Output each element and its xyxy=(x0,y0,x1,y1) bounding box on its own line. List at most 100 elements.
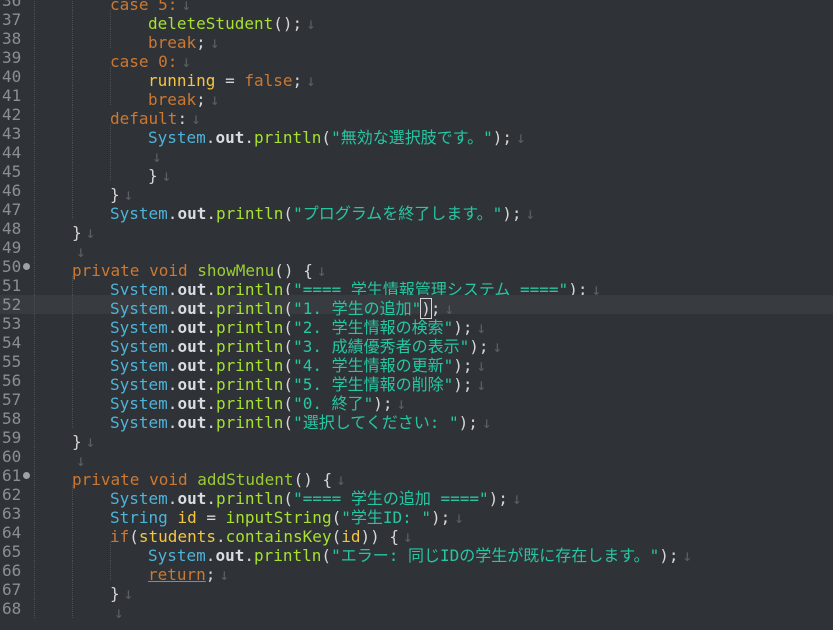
indent-guide xyxy=(72,542,110,561)
indent-guide xyxy=(72,504,110,523)
indent-guide xyxy=(72,181,110,200)
code-line[interactable]: 48} ↓ xyxy=(0,219,833,242)
code-line[interactable]: 59} ↓ xyxy=(0,428,833,451)
code-text: System.out.println("4. 学生情報の更新"); ↓ xyxy=(34,352,486,375)
indent-guide xyxy=(34,352,72,371)
indent-guide xyxy=(72,29,110,48)
indent-guide xyxy=(72,580,110,599)
line-number: 50 xyxy=(2,257,22,276)
indent-guide xyxy=(110,86,148,105)
code-line[interactable]: 41 break; ↓ xyxy=(0,86,833,109)
indent-guide xyxy=(72,86,110,105)
code-line[interactable]: 63 String id = inputString("学生ID: "); ↓ xyxy=(0,504,833,527)
line-number: 43 xyxy=(2,124,22,143)
code-line[interactable]: 66 return; ↓ xyxy=(0,561,833,584)
code-line[interactable]: 42 default: ↓ xyxy=(0,105,833,128)
code-text: System.out.println("0. 終了"); ↓ xyxy=(34,390,406,413)
code-line[interactable]: 68 ↓ xyxy=(0,599,833,622)
code-text: ↓ xyxy=(34,447,86,470)
fold-marker-icon[interactable] xyxy=(23,472,30,479)
code-line[interactable]: 36 case 5: ↓ xyxy=(0,0,833,14)
line-number: 60 xyxy=(2,447,22,466)
line-number: 56 xyxy=(2,371,22,390)
indent-guide xyxy=(72,352,110,371)
code-line[interactable]: 67} ↓ xyxy=(0,580,833,603)
code-line[interactable]: 56 System.out.println("5. 学生情報の削除"); ↓ xyxy=(0,371,833,394)
indent-guide xyxy=(34,0,72,10)
code-text: if(students.containsKey(id)) {↓ xyxy=(34,523,413,546)
indent-guide xyxy=(34,276,72,295)
code-line[interactable]: 53 System.out.println("2. 学生情報の検索"); ↓ xyxy=(0,314,833,337)
code-line[interactable]: 39 case 0: ↓ xyxy=(0,48,833,71)
line-number: 67 xyxy=(2,580,22,599)
indent-guide xyxy=(110,162,148,181)
indent-guide xyxy=(34,162,72,181)
indent-guide xyxy=(72,599,110,618)
code-line[interactable]: 43 System.out.println("無効な選択肢です。"); ↓ xyxy=(0,124,833,147)
line-number: 45 xyxy=(2,162,22,181)
code-text: default: ↓ xyxy=(34,105,201,128)
indent-guide xyxy=(34,428,72,447)
line-number: 66 xyxy=(2,561,22,580)
indent-guide xyxy=(72,390,110,409)
line-number: 38 xyxy=(2,29,22,48)
line-number: 58 xyxy=(2,409,22,428)
code-text: String id = inputString("学生ID: "); ↓ xyxy=(34,504,464,527)
indent-guide xyxy=(34,67,72,86)
code-line[interactable]: 52 System.out.println("1. 学生の追加"); ↓ xyxy=(0,295,833,319)
line-number: 63 xyxy=(2,504,22,523)
line-number: 52 xyxy=(2,295,22,314)
indent-guide xyxy=(72,0,110,10)
code-line[interactable]: 64 if(students.containsKey(id)) {↓ xyxy=(0,523,833,546)
code-line[interactable]: 54 System.out.println("3. 成績優秀者の表示"); ↓ xyxy=(0,333,833,356)
indent-guide xyxy=(34,371,72,390)
code-text: ↓ xyxy=(34,599,124,622)
code-text: System.out.println("==== 学生情報管理システム ====… xyxy=(34,276,601,299)
indent-guide xyxy=(72,67,110,86)
indent-guide xyxy=(72,561,110,580)
code-line[interactable]: 60 ↓ xyxy=(0,447,833,470)
code-line[interactable]: 46} ↓ xyxy=(0,181,833,204)
code-text: System.out.println("5. 学生情報の削除"); ↓ xyxy=(34,371,486,394)
code-editor[interactable]: 36 case 5: ↓ 37 deleteStudent(); ↓ 38 break; ↓ 39… xyxy=(0,0,833,622)
code-line[interactable]: 62 System.out.println("==== 学生の追加 ====");… xyxy=(0,485,833,508)
code-line[interactable]: 38 break; ↓ xyxy=(0,29,833,52)
code-line[interactable]: 55 System.out.println("4. 学生情報の更新"); ↓ xyxy=(0,352,833,375)
indent-guide xyxy=(34,561,72,580)
code-line[interactable]: 49 ↓ xyxy=(0,238,833,261)
code-text: ↓ xyxy=(34,238,86,261)
code-text: ↓ xyxy=(34,143,162,166)
indent-guide xyxy=(72,295,110,314)
line-number: 61 xyxy=(2,466,22,485)
code-line[interactable]: 40 running = false; ↓ xyxy=(0,67,833,90)
line-number: 53 xyxy=(2,314,22,333)
indent-guide xyxy=(34,29,72,48)
line-number: 44 xyxy=(2,143,22,162)
indent-guide xyxy=(72,143,110,162)
indent-guide xyxy=(34,409,72,428)
code-line[interactable]: 51 System.out.println("==== 学生情報管理システム ==… xyxy=(0,276,833,299)
indent-guide xyxy=(34,599,72,618)
code-text: } ↓ xyxy=(34,219,95,242)
code-line[interactable]: 44 ↓ xyxy=(0,143,833,166)
code-line[interactable]: 37 deleteStudent(); ↓ xyxy=(0,10,833,33)
indent-guide xyxy=(34,580,72,599)
code-text: System.out.println("3. 成績優秀者の表示"); ↓ xyxy=(34,333,502,356)
line-number: 59 xyxy=(2,428,22,447)
line-number: 41 xyxy=(2,86,22,105)
line-number: 37 xyxy=(2,10,22,29)
code-line[interactable]: 65 System.out.println("エラー: 同じIDの学生が既に存在し… xyxy=(0,542,833,565)
code-line[interactable]: 61 private void addStudent() {↓ xyxy=(0,466,833,489)
code-line[interactable]: 45} ↓ xyxy=(0,162,833,185)
code-line[interactable]: 58 System.out.println("選択してください: "); ↓ xyxy=(0,409,833,432)
fold-marker-icon[interactable] xyxy=(23,263,30,270)
line-number: 65 xyxy=(2,542,22,561)
code-line[interactable]: 50 private void showMenu() {↓ xyxy=(0,257,833,280)
code-line[interactable]: 57 System.out.println("0. 終了"); ↓ xyxy=(0,390,833,413)
code-line[interactable]: 47 System.out.println("プログラムを終了します。"); ↓ xyxy=(0,200,833,223)
indent-guide xyxy=(110,29,148,48)
indent-guide xyxy=(110,10,148,29)
code-text: break; ↓ xyxy=(34,29,219,52)
code-text: deleteStudent(); ↓ xyxy=(34,10,316,33)
line-end-marker: ↓ xyxy=(114,603,124,622)
